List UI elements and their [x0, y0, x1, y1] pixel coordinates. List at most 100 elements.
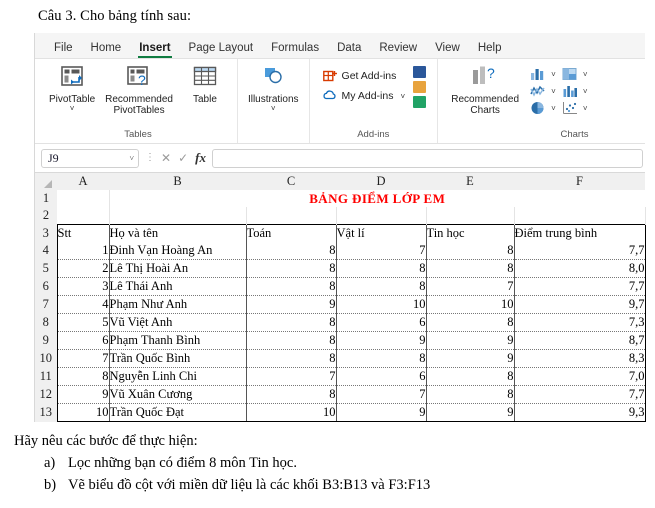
cell-b10[interactable]: Trần Quốc Bình — [109, 349, 247, 368]
confirm-icon[interactable]: ✓ — [178, 151, 188, 165]
cell-f10[interactable]: 8,3 — [514, 349, 646, 368]
cell-a3[interactable]: Stt — [56, 224, 110, 242]
tab-formulas[interactable]: Formulas — [262, 42, 328, 58]
cell-a2[interactable] — [57, 207, 110, 225]
chevron-down-icon[interactable]: ˅ — [70, 105, 75, 113]
cell-c11[interactable]: 7 — [246, 367, 337, 386]
tab-file[interactable]: File — [45, 42, 82, 58]
visio-app-icon[interactable] — [413, 66, 427, 78]
cell-d7[interactable]: 10 — [336, 295, 427, 314]
cell-f9[interactable]: 8,7 — [514, 331, 646, 350]
cell-d2[interactable] — [336, 207, 427, 225]
cell-e3[interactable]: Tin học — [426, 224, 515, 242]
cell-f11[interactable]: 7,0 — [514, 367, 646, 386]
cell-a4[interactable]: 1 — [56, 242, 110, 260]
cell-b9[interactable]: Phạm Thanh Bình — [109, 331, 247, 350]
chevron-down-icon[interactable]: ˅ — [581, 104, 591, 113]
cell-b6[interactable]: Lê Thái Anh — [109, 277, 247, 296]
hierarchy-chart-icon[interactable] — [561, 66, 579, 82]
row-header-9[interactable]: 9 — [35, 331, 57, 350]
cell-d11[interactable]: 6 — [336, 367, 427, 386]
chevron-down-icon[interactable]: ˅ — [581, 87, 591, 96]
cell-a13[interactable]: 10 — [56, 403, 110, 422]
cell-b12[interactable]: Vũ Xuân Cương — [109, 385, 247, 404]
cell-f6[interactable]: 7,7 — [514, 277, 646, 296]
row-header-12[interactable]: 12 — [35, 385, 57, 404]
row-header-7[interactable]: 7 — [35, 295, 57, 314]
cell-e12[interactable]: 8 — [426, 385, 515, 404]
pivot-table-button[interactable]: PivotTable ˅ — [44, 62, 100, 113]
cell-f2[interactable] — [514, 207, 646, 225]
tab-home[interactable]: Home — [82, 42, 131, 58]
cell-c5[interactable]: 8 — [246, 259, 337, 278]
select-all-corner[interactable] — [35, 173, 57, 190]
cell-e8[interactable]: 8 — [426, 313, 515, 332]
people-graph-app-icon[interactable] — [413, 96, 427, 108]
column-chart-icon[interactable] — [529, 66, 547, 82]
cell-f8[interactable]: 7,3 — [514, 313, 646, 332]
cell-c6[interactable]: 8 — [246, 277, 337, 296]
recommended-pivot-tables-button[interactable]: ? Recommended PivotTables — [100, 62, 178, 116]
cell-d3[interactable]: Vật lí — [336, 224, 427, 242]
cancel-icon[interactable]: ✕ — [161, 151, 171, 165]
cell-e6[interactable]: 7 — [426, 277, 515, 296]
cell-d5[interactable]: 8 — [336, 259, 427, 278]
cell-f13[interactable]: 9,3 — [514, 403, 646, 422]
cell-e4[interactable]: 8 — [426, 242, 515, 260]
cell-d8[interactable]: 6 — [336, 313, 427, 332]
row-header-10[interactable]: 10 — [35, 349, 57, 368]
cell-a6[interactable]: 3 — [56, 277, 110, 296]
tab-help[interactable]: Help — [469, 42, 511, 58]
cell-a1[interactable] — [57, 190, 110, 207]
formula-input[interactable] — [211, 148, 643, 168]
cell-b5[interactable]: Lê Thị Hoài An — [109, 259, 247, 278]
cell-d13[interactable]: 9 — [336, 403, 427, 422]
chevron-down-icon[interactable]: ˅ — [549, 70, 559, 79]
tab-review[interactable]: Review — [370, 42, 426, 58]
cell-e7[interactable]: 10 — [426, 295, 515, 314]
column-header-c[interactable]: C — [246, 173, 336, 190]
cell-d9[interactable]: 9 — [336, 331, 427, 350]
chevron-down-icon[interactable]: ˅ — [581, 70, 591, 79]
cell-b4[interactable]: Đinh Vạn Hoàng An — [109, 242, 247, 260]
cell-e13[interactable]: 9 — [426, 403, 515, 422]
cell-c8[interactable]: 8 — [246, 313, 337, 332]
cell-f7[interactable]: 9,7 — [514, 295, 646, 314]
my-add-ins-button[interactable]: My Add-ins ˅ — [319, 86, 410, 106]
line-chart-icon[interactable] — [529, 83, 547, 99]
row-header-11[interactable]: 11 — [35, 367, 57, 386]
illustrations-button[interactable]: Illustrations ˅ — [243, 62, 304, 113]
cell-f4[interactable]: 7,7 — [514, 242, 646, 260]
cell-e2[interactable] — [426, 207, 515, 225]
row-header-3[interactable]: 3 — [35, 224, 57, 242]
cell-e11[interactable]: 8 — [426, 367, 515, 386]
cell-c9[interactable]: 8 — [246, 331, 337, 350]
bar-chart-icon[interactable] — [561, 83, 579, 99]
name-box[interactable]: J9 ˅ — [41, 148, 139, 168]
cell-d4[interactable]: 7 — [336, 242, 427, 260]
row-header-4[interactable]: 4 — [35, 242, 57, 260]
cell-c10[interactable]: 8 — [246, 349, 337, 368]
cell-e9[interactable]: 9 — [426, 331, 515, 350]
cell-b13[interactable]: Trần Quốc Đạt — [109, 403, 247, 422]
cell-b11[interactable]: Nguyễn Linh Chi — [109, 367, 247, 386]
cell-a5[interactable]: 2 — [56, 259, 110, 278]
cell-a10[interactable]: 7 — [56, 349, 110, 368]
cell-a9[interactable]: 6 — [56, 331, 110, 350]
chevron-down-icon[interactable]: ˅ — [549, 104, 559, 113]
cell-title-merged[interactable]: BẢNG ĐIỂM LỚP EM — [109, 190, 645, 207]
chevron-down-icon[interactable]: ˅ — [549, 87, 559, 96]
column-header-f[interactable]: F — [514, 173, 645, 190]
cell-c12[interactable]: 8 — [246, 385, 337, 404]
chevron-down-icon[interactable]: ˅ — [400, 92, 405, 100]
chevron-down-icon[interactable]: ˅ — [271, 105, 276, 113]
column-header-b[interactable]: B — [109, 173, 246, 190]
cell-a11[interactable]: 8 — [56, 367, 110, 386]
recommended-charts-button[interactable]: ? Recommended Charts — [443, 62, 527, 116]
tab-data[interactable]: Data — [328, 42, 370, 58]
row-header-2[interactable]: 2 — [35, 207, 57, 225]
bing-maps-app-icon[interactable] — [413, 81, 427, 93]
cell-c3[interactable]: Toán — [246, 224, 337, 242]
cell-a12[interactable]: 9 — [56, 385, 110, 404]
cell-d12[interactable]: 7 — [336, 385, 427, 404]
